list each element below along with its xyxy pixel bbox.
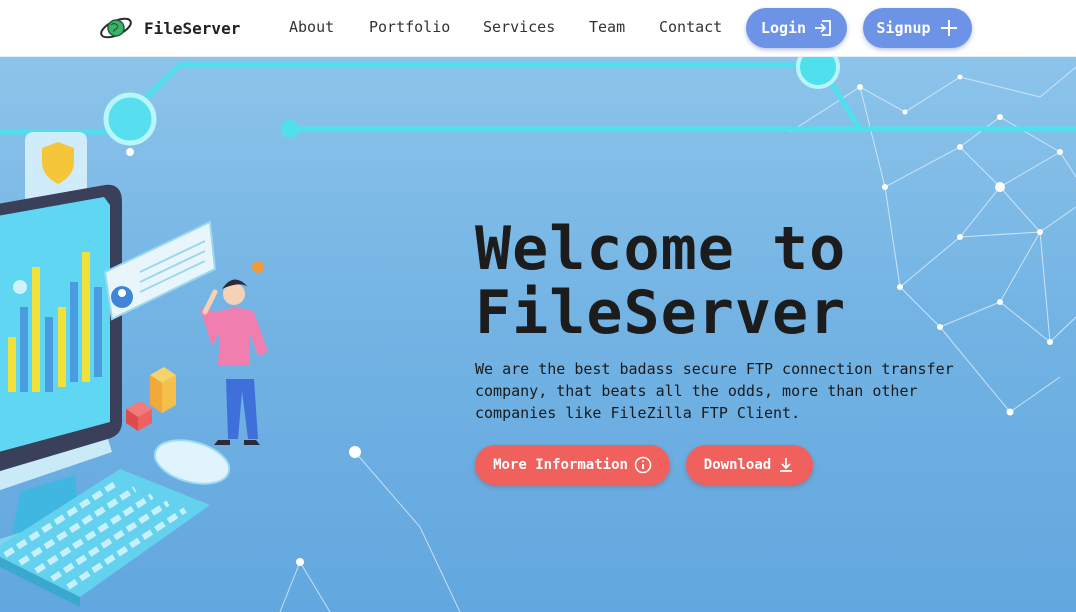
person-illustration xyxy=(200,261,268,445)
sign-in-icon xyxy=(815,20,831,36)
nav-link-team[interactable]: Team xyxy=(589,18,625,36)
signup-label: Signup xyxy=(876,19,931,37)
hero-description: We are the best badass secure FTP connec… xyxy=(475,360,954,422)
nav-link-portfolio[interactable]: Portfolio xyxy=(369,18,450,36)
download-button[interactable]: Download xyxy=(686,445,813,485)
download-label: Download xyxy=(703,457,772,473)
cubes-illustration xyxy=(126,367,176,431)
hero-section: Welcome to FileServer We are the best ba… xyxy=(0,57,1076,612)
nav-link-services[interactable]: Services xyxy=(483,18,555,36)
hero-title-line2: FileServer xyxy=(475,278,847,348)
info-circle-icon xyxy=(634,456,652,474)
hero-title: Welcome to FileServer xyxy=(475,217,846,345)
brand[interactable]: FileServer xyxy=(98,13,240,43)
navbar: FileServer About Portfolio Services Team… xyxy=(0,0,1076,57)
login-label: Login xyxy=(760,19,807,37)
circuit-node-right xyxy=(796,57,840,89)
nav-link-about[interactable]: About xyxy=(289,18,334,36)
circuit-lines xyxy=(0,62,1076,135)
more-information-button[interactable]: More Information xyxy=(475,445,670,485)
globe-orbit-icon xyxy=(100,17,132,39)
login-button[interactable]: Login xyxy=(746,8,847,48)
circuit-node-small xyxy=(281,120,299,138)
more-information-label: More Information xyxy=(493,457,628,473)
plus-icon xyxy=(940,20,957,36)
nav-link-contact[interactable]: Contact xyxy=(659,18,722,36)
signup-button[interactable]: Signup xyxy=(863,8,972,48)
brand-name: FileServer xyxy=(144,18,241,38)
hero-title-line1: Welcome to xyxy=(475,214,847,284)
download-icon xyxy=(780,458,793,472)
circuit-node xyxy=(103,92,157,146)
